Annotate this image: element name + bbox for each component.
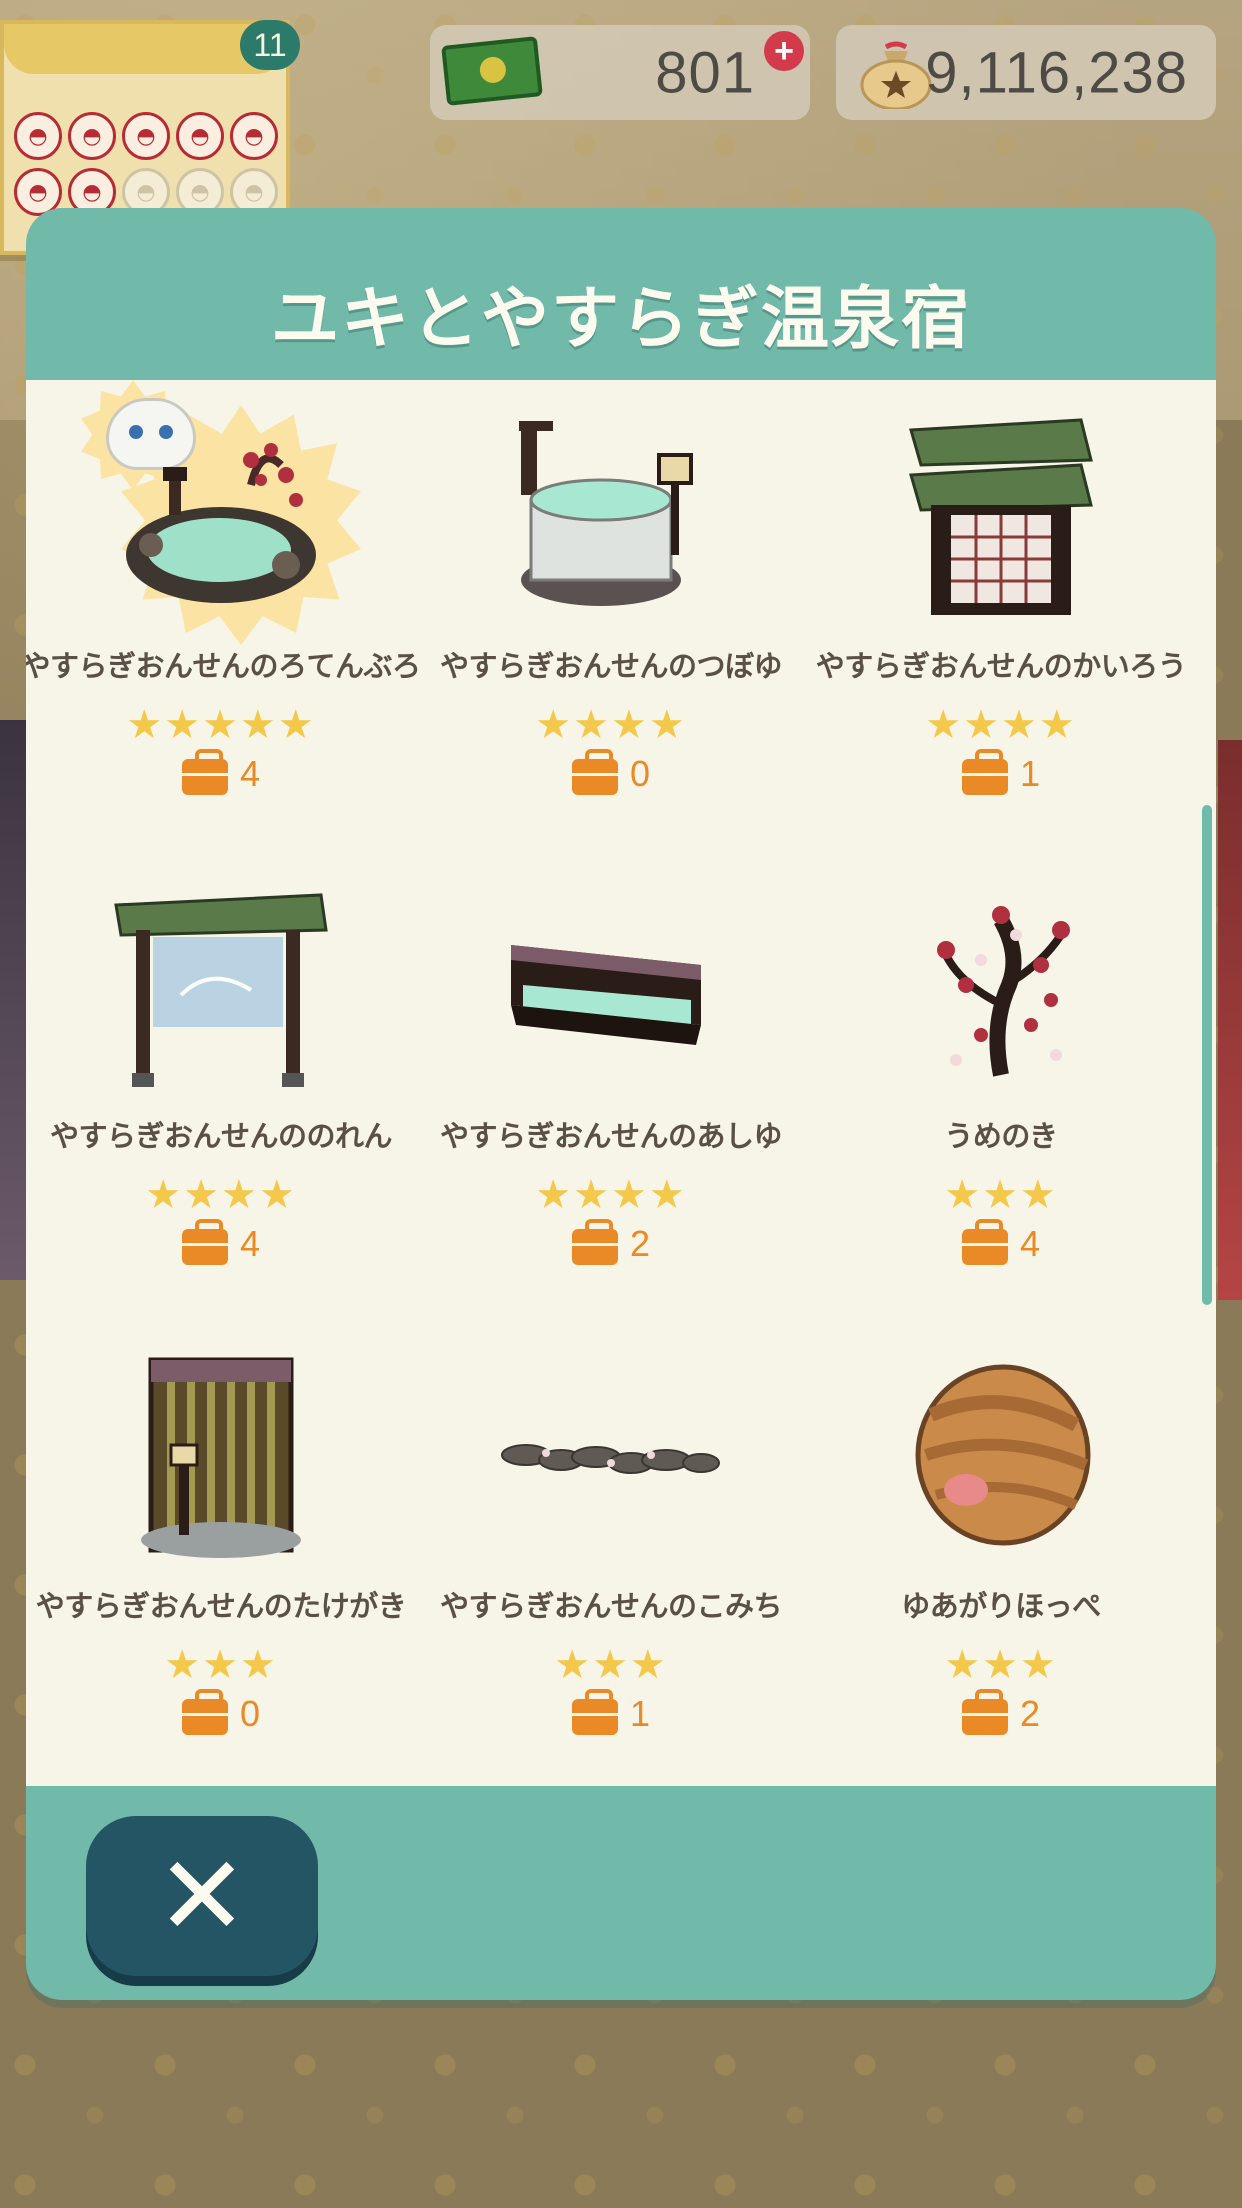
- collection-item[interactable]: やすらぎおんせんのあしゆ ★★★★ 2: [416, 850, 806, 1320]
- owned-count-value: 0: [629, 753, 651, 794]
- owned-count: 0: [571, 749, 651, 795]
- owned-count: 2: [571, 1219, 651, 1265]
- scrollbar[interactable]: [1202, 805, 1212, 1305]
- pot-bath-icon: [501, 405, 721, 625]
- owned-count: 4: [181, 749, 261, 795]
- item-name: うめのき: [944, 1119, 1058, 1153]
- stepping-path-icon: [501, 1345, 721, 1565]
- plum-tree-icon: [891, 875, 1111, 1095]
- briefcase-icon: [571, 749, 618, 795]
- corridor-gate-icon: [891, 405, 1111, 625]
- close-button[interactable]: ✕: [86, 1816, 318, 1976]
- owned-count: 0: [181, 1689, 261, 1735]
- owned-count: 1: [961, 749, 1041, 795]
- bells-value: 9,116,238: [925, 40, 1188, 105]
- stamp-filled: ◓: [14, 112, 62, 160]
- star-rating: ★★★★: [925, 702, 1077, 748]
- noren-gate-icon: [111, 875, 331, 1095]
- item-name: やすらぎおんせんのたけがき: [35, 1589, 407, 1623]
- bamboo-fence-icon: [111, 1345, 331, 1565]
- briefcase-icon: [961, 1689, 1008, 1735]
- owned-count-value: 0: [239, 1693, 261, 1734]
- item-grid: やすらぎおんせんのろてんぶろ ★★★★★ 4 やすらぎおんせんのつぼゆ ★★★★ 0 やすら…: [26, 380, 1216, 1786]
- briefcase-icon: [181, 1219, 228, 1265]
- stamp-filled: ◓: [68, 112, 116, 160]
- item-list-panel[interactable]: やすらぎおんせんのろてんぶろ ★★★★★ 4 やすらぎおんせんのつぼゆ ★★★★ 0 やすら…: [26, 380, 1216, 1786]
- stamp-filled: ◓: [122, 112, 170, 160]
- open-air-bath-icon: [111, 405, 331, 625]
- star-rating: ★★★★★: [126, 702, 316, 748]
- stamp-count-badge: 11: [240, 20, 300, 70]
- collection-item[interactable]: やすらぎおんせんのつぼゆ ★★★★ 0: [416, 380, 806, 850]
- item-name: やすらぎおんせんののれん: [49, 1119, 393, 1153]
- owned-count-value: 2: [1019, 1693, 1041, 1734]
- owned-count-value: 2: [629, 1223, 651, 1264]
- briefcase-icon: [961, 749, 1008, 795]
- owned-count: 4: [181, 1219, 261, 1265]
- stamp-filled: ◓: [176, 112, 224, 160]
- owned-count: 2: [961, 1689, 1041, 1735]
- owned-count-value: 1: [629, 1693, 651, 1734]
- owned-count-value: 4: [239, 753, 261, 794]
- stamp-filled: ◓: [230, 112, 278, 160]
- star-rating: ★★★★: [535, 1172, 687, 1218]
- star-rating: ★★★: [554, 1642, 668, 1688]
- stamp-grid: ◓ ◓ ◓ ◓ ◓ ◓ ◓ ◓ ◓ ◓: [14, 112, 278, 216]
- foot-bath-icon: [501, 875, 721, 1095]
- leaf-ticket-counter[interactable]: 801 +: [430, 25, 810, 120]
- collection-item[interactable]: うめのき ★★★ 4: [806, 850, 1196, 1320]
- collection-item[interactable]: やすらぎおんせんのこみち ★★★ 1: [416, 1320, 806, 1786]
- item-name: やすらぎおんせんのこみち: [439, 1589, 783, 1623]
- item-name: やすらぎおんせんのつぼゆ: [439, 649, 783, 683]
- briefcase-icon: [181, 1689, 228, 1735]
- briefcase-icon: [571, 1689, 618, 1735]
- item-name: やすらぎおんせんのあしゆ: [439, 1119, 783, 1153]
- bell-bag-icon: [860, 41, 932, 109]
- background-right-panel: [1218, 740, 1242, 1300]
- owned-count: 1: [571, 1689, 651, 1735]
- leaf-ticket-icon: [441, 36, 543, 106]
- close-icon: ✕: [155, 1832, 249, 1960]
- item-name: やすらぎおんせんのろてんぶろ: [26, 649, 421, 683]
- star-rating: ★★★★: [535, 702, 687, 748]
- dialog-title: ユキとやすらぎ温泉宿: [270, 280, 971, 359]
- star-rating: ★★★: [164, 1642, 278, 1688]
- bells-counter: 9,116,238: [836, 25, 1216, 120]
- collection-item[interactable]: やすらぎおんせんのたけがき ★★★ 0: [26, 1320, 416, 1786]
- collection-item[interactable]: ゆあがりほっぺ ★★★ 2: [806, 1320, 1196, 1786]
- collection-dialog: ユキとやすらぎ温泉宿 やすらぎおんせんのろてんぶろ ★★★★★ 4 やすらぎおんせんの…: [26, 208, 1216, 2000]
- owned-count-value: 1: [1019, 753, 1041, 794]
- owned-count-value: 4: [239, 1223, 261, 1264]
- owned-count-value: 4: [1019, 1223, 1041, 1264]
- star-rating: ★★★★: [145, 1172, 297, 1218]
- briefcase-icon: [961, 1219, 1008, 1265]
- collection-item[interactable]: やすらぎおんせんのろてんぶろ ★★★★★ 4: [26, 380, 421, 850]
- collection-item[interactable]: やすらぎおんせんのかいろう ★★★★ 1: [806, 380, 1196, 850]
- item-name: やすらぎおんせんのかいろう: [815, 649, 1187, 683]
- briefcase-icon: [571, 1219, 618, 1265]
- owned-count: 4: [961, 1219, 1041, 1265]
- star-rating: ★★★: [944, 1642, 1058, 1688]
- background-left-panel: [0, 720, 28, 1280]
- leaf-ticket-value: 801: [655, 40, 755, 105]
- star-rating: ★★★: [944, 1172, 1058, 1218]
- add-tickets-icon[interactable]: +: [764, 31, 804, 71]
- collection-item[interactable]: やすらぎおんせんののれん ★★★★ 4: [26, 850, 416, 1320]
- item-name: ゆあがりほっぺ: [901, 1589, 1101, 1623]
- briefcase-icon: [181, 749, 228, 795]
- flushed-cheeks-icon: [891, 1345, 1111, 1565]
